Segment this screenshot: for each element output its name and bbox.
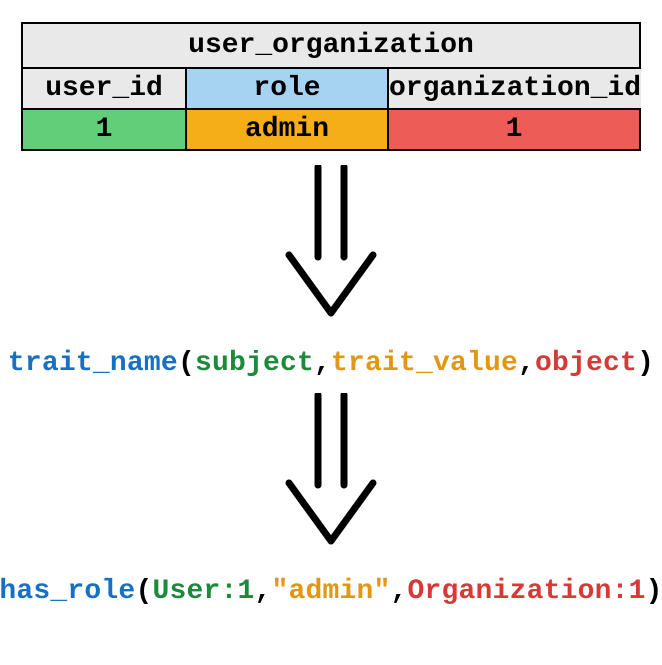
cell-role: admin [187, 110, 389, 149]
comma: , [314, 348, 331, 379]
arg-organization: Organization:1 [408, 576, 646, 607]
table-user-organization: user_organization user_id role organizat… [21, 22, 641, 151]
table-header-row: user_id role organization_id [23, 69, 639, 110]
header-user-id: user_id [23, 69, 187, 108]
arg-user: User:1 [152, 576, 254, 607]
comma: , [391, 576, 408, 607]
arg-object: object [535, 348, 637, 379]
arrow-down-icon [271, 393, 391, 558]
table-data-row: 1 admin 1 [23, 110, 639, 149]
header-role: role [187, 69, 389, 108]
func-name: trait_name [8, 348, 178, 379]
paren-close: ) [637, 348, 654, 379]
paren-close: ) [646, 576, 662, 607]
arg-admin: "admin" [272, 576, 391, 607]
arrow-down-icon [271, 165, 391, 330]
expression-template: trait_name(subject,trait_value,object) [8, 348, 654, 379]
paren-open: ( [135, 576, 152, 607]
expression-instance: has_role(User:1,"admin",Organization:1) [0, 576, 662, 607]
arg-trait-value: trait_value [331, 348, 518, 379]
cell-organization-id: 1 [389, 110, 639, 149]
comma: , [518, 348, 535, 379]
table-title: user_organization [23, 24, 639, 69]
cell-user-id: 1 [23, 110, 187, 149]
comma: , [254, 576, 271, 607]
header-organization-id: organization_id [389, 69, 641, 108]
paren-open: ( [178, 348, 195, 379]
arg-subject: subject [195, 348, 314, 379]
func-name: has_role [0, 576, 135, 607]
